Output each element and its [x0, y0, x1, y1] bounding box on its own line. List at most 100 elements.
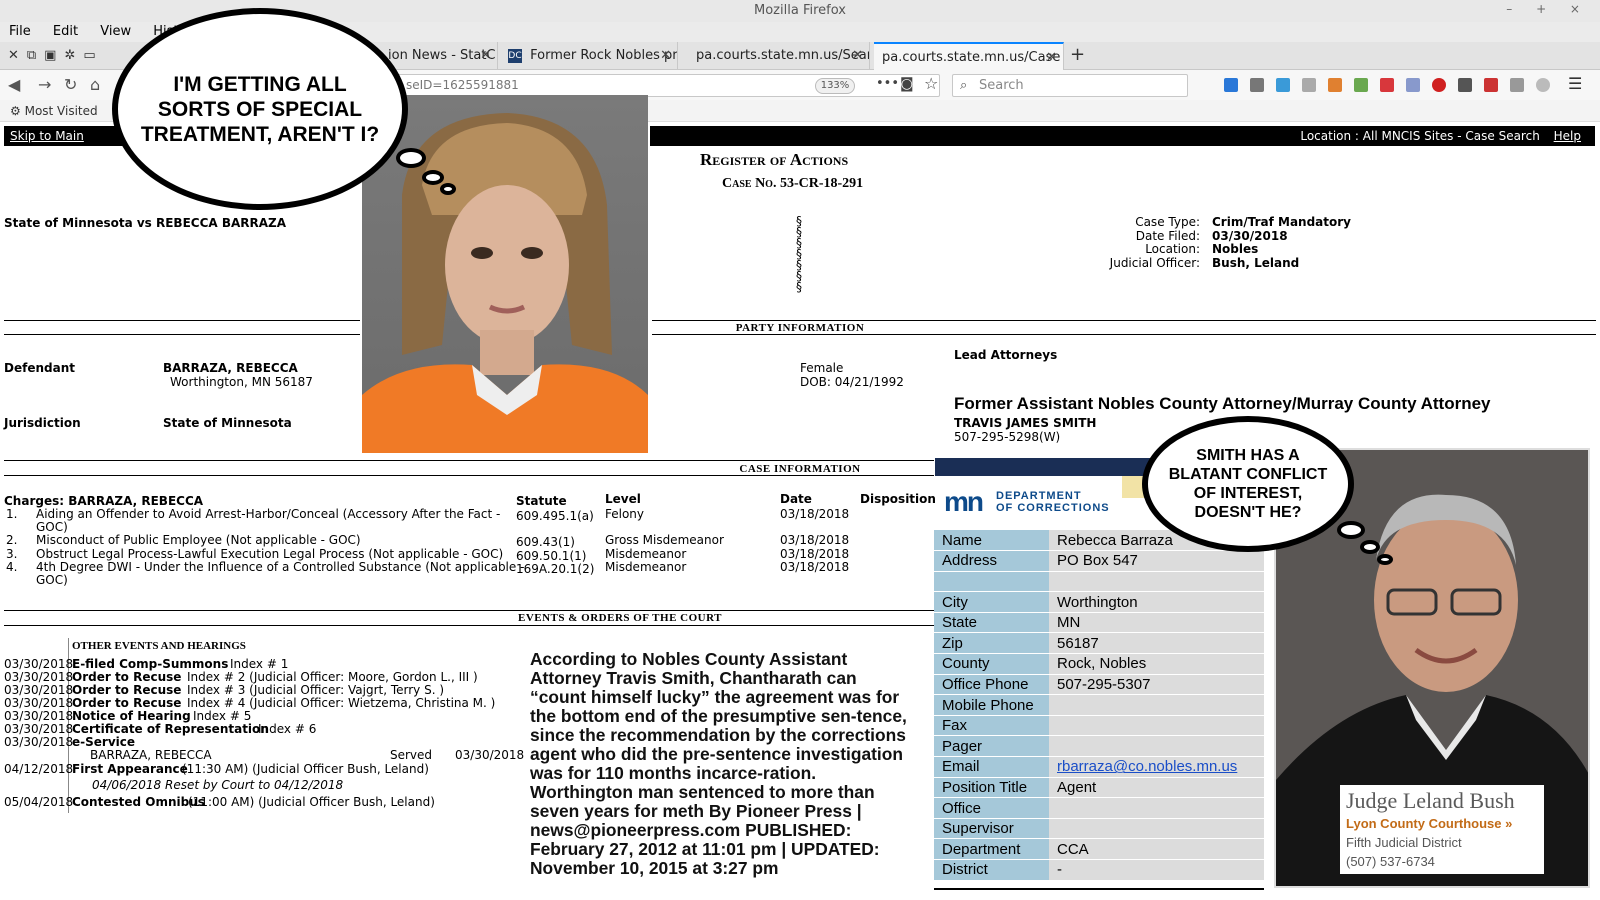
bubble-dot — [1337, 521, 1365, 539]
event-name: Notice of Hearing — [72, 709, 191, 723]
charge-desc: Aiding an Offender to Avoid Arrest-Harbo… — [36, 507, 501, 521]
page-actions-icon[interactable]: ••• — [876, 76, 899, 91]
tab-former-rock-nobles[interactable]: DC Former Rock Nobles pro ✕ — [500, 42, 678, 70]
field-label: County — [934, 653, 1049, 675]
close-icon[interactable]: ✕ — [660, 42, 671, 70]
defendant-gender: Female — [800, 361, 844, 375]
charge-statute: 609.495.1(a) — [516, 509, 594, 523]
corrections-table: Name Rebecca Barraza Address PO Box 547 Ci… — [934, 530, 1264, 881]
charge-level: Gross Misdemeanor — [605, 533, 724, 547]
bookmark-most-visited[interactable]: Most Visited — [25, 104, 98, 118]
event-date: 03/30/2018 — [4, 683, 74, 697]
extension-icon[interactable] — [1302, 78, 1316, 92]
event-date: 03/30/2018 — [4, 709, 74, 723]
charge-level: Felony — [605, 507, 645, 521]
close-icon[interactable]: ✕ — [1046, 44, 1057, 70]
search-input[interactable]: ⌕ Search — [952, 74, 1188, 97]
case-type-label: Case Type: — [1135, 215, 1200, 229]
divider — [4, 610, 934, 611]
event-date: 03/30/2018 — [4, 670, 74, 684]
field-value — [1049, 735, 1264, 758]
adblock-icon[interactable] — [1432, 78, 1446, 92]
extension-icon[interactable] — [1458, 78, 1472, 92]
divider — [652, 320, 1596, 321]
event-name: First Appearance — [72, 762, 188, 776]
shield-icon[interactable] — [1380, 78, 1394, 92]
case-meta-labels: Case Type: Date Filed: Location: Judicia… — [1080, 215, 1200, 270]
location-text: Location : All MNCIS Sites - Case Search — [1300, 129, 1540, 143]
table-row: Office — [934, 797, 1264, 819]
tab-courts-case[interactable]: pa.courts.state.mn.us/Case ✕ — [874, 42, 1064, 70]
zoom-indicator[interactable]: 133% — [815, 78, 855, 94]
new-tab-icon[interactable]: + — [1070, 44, 1085, 65]
event-detail: Index # 1 — [230, 657, 289, 671]
extension-icon[interactable] — [1536, 78, 1550, 92]
defendant-name: BARRAZA, REBECCA — [163, 361, 298, 375]
tab-news[interactable]: ion News - StatC ✕ — [380, 42, 498, 70]
served-party: BARRAZA, REBECCA — [90, 748, 212, 762]
table-row: District - — [934, 859, 1264, 881]
pocket-icon[interactable]: ◙ — [900, 76, 914, 92]
tab-toolbar-icons[interactable]: ✕⧉▣✲▭ — [8, 48, 104, 63]
table-row: Fax — [934, 715, 1264, 737]
field-value: 56187 — [1049, 632, 1264, 655]
charge-date: 03/18/2018 — [780, 547, 850, 561]
charge-level: Misdemeanor — [605, 560, 687, 574]
field-label: Address — [934, 550, 1049, 572]
tab-label: pa.courts.state.mn.us/Searc — [696, 48, 870, 63]
extension-icon[interactable] — [1484, 78, 1498, 92]
bubble-dot — [1360, 540, 1380, 554]
bookmark-star-icon[interactable]: ☆ — [924, 74, 938, 93]
field-value: PO Box 547 — [1049, 550, 1264, 572]
judge-caption: Judge Leland Bush Lyon County Courthouse… — [1340, 785, 1544, 874]
window-controls[interactable]: – + × — [1506, 2, 1590, 16]
extension-icon[interactable] — [1406, 78, 1420, 92]
event-date: 03/30/2018 — [4, 722, 74, 736]
table-row: Address PO Box 547 — [934, 550, 1264, 572]
col-disposition: Disposition — [860, 492, 936, 506]
extension-icon[interactable] — [1276, 78, 1290, 92]
menu-file[interactable]: File — [9, 22, 31, 42]
apps-grid-icon[interactable] — [1328, 78, 1342, 92]
download-arrow-icon[interactable] — [1510, 78, 1524, 92]
menu-edit[interactable]: Edit — [53, 22, 78, 42]
field-value — [1049, 715, 1264, 737]
event-detail: (11:00 AM) (Judicial Officer Bush, Lelan… — [188, 795, 435, 809]
charge-statute: 609.43(1) — [516, 535, 575, 549]
defendant-label: Defendant — [4, 361, 75, 375]
table-row: City Worthington — [934, 591, 1264, 613]
case-type-value: Crim/Traf Mandatory — [1212, 215, 1351, 229]
library-icon[interactable] — [1250, 78, 1264, 92]
skip-to-main-link[interactable]: Skip to Main Content — [4, 126, 124, 163]
field-label: Position Title — [934, 777, 1049, 799]
location-label: Location: — [1145, 242, 1200, 256]
case-caption: State of Minnesota vs REBECCA BARRAZA — [4, 216, 287, 230]
downloads-icon[interactable] — [1224, 78, 1238, 92]
bubble-dot — [440, 183, 456, 195]
divider — [652, 334, 1596, 335]
case-info-heading: Case Information — [739, 463, 861, 475]
close-icon[interactable]: ✕ — [480, 42, 491, 70]
field-value: CCA — [1049, 838, 1264, 860]
hamburger-menu-icon[interactable]: ☰ — [1568, 74, 1582, 93]
judge-court-link[interactable]: Lyon County Courthouse » — [1346, 816, 1538, 831]
forward-icon[interactable]: → — [38, 75, 51, 94]
search-icon: ⌕ — [960, 78, 968, 93]
home-icon[interactable]: ⌂ — [90, 75, 100, 94]
back-icon[interactable]: ◀ — [8, 75, 20, 94]
field-value — [1049, 694, 1264, 716]
reload-icon[interactable]: ↻ — [64, 75, 77, 94]
divider — [4, 475, 934, 476]
event-name: Order to Recuse — [72, 696, 182, 710]
menu-view[interactable]: View — [100, 22, 131, 42]
email-link[interactable]: rbarraza@co.nobles.mn.us — [1057, 758, 1237, 775]
tab-courts-search[interactable]: pa.courts.state.mn.us/Searc ✕ — [688, 42, 870, 70]
extension-icon[interactable] — [1354, 78, 1368, 92]
bubble-dot — [396, 148, 426, 168]
help-link[interactable]: Help — [1554, 129, 1581, 143]
table-row: Email rbarraza@co.nobles.mn.us — [934, 756, 1264, 778]
field-label — [934, 571, 1049, 593]
close-icon[interactable]: ✕ — [852, 42, 863, 70]
event-name: Order to Recuse — [72, 670, 182, 684]
judicial-officer-value: Bush, Leland — [1212, 255, 1300, 270]
